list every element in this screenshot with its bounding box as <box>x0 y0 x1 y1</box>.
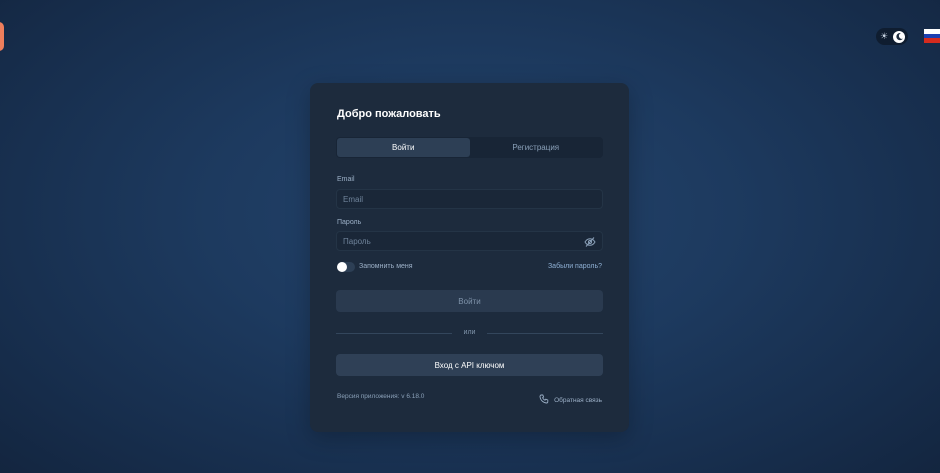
app-logo-tab[interactable] <box>0 22 4 51</box>
email-field[interactable] <box>336 189 603 209</box>
password-field[interactable] <box>336 231 603 251</box>
eye-off-icon[interactable] <box>584 235 596 247</box>
forgot-password-link[interactable]: Забыли пароль? <box>548 263 602 270</box>
login-button[interactable]: Войти <box>336 290 603 312</box>
language-flag-ru[interactable] <box>924 29 940 43</box>
theme-toggle[interactable]: ☀ <box>876 28 908 45</box>
login-title: Добро пожаловать <box>337 108 441 120</box>
tab-register[interactable]: Регистрация <box>470 138 603 157</box>
remember-me-label: Запомнить меня <box>359 263 413 270</box>
sun-icon: ☀ <box>880 31 889 41</box>
divider-line-right <box>487 333 603 334</box>
password-label: Пароль <box>337 219 362 226</box>
email-label: Email <box>337 176 355 183</box>
toggle-knob <box>337 262 347 272</box>
login-card: Добро пожаловать Войти Регистрация Email… <box>310 83 629 432</box>
phone-icon <box>539 394 549 406</box>
app-version: Версия приложения: v 6.18.0 <box>337 393 425 400</box>
moon-icon <box>893 30 905 43</box>
remember-me-toggle[interactable] <box>337 262 355 272</box>
or-divider: или <box>336 328 603 338</box>
api-key-login-button[interactable]: Вход с API ключом <box>336 354 603 376</box>
tab-login[interactable]: Войти <box>337 138 470 157</box>
feedback-link[interactable]: Обратная связь <box>539 394 602 406</box>
auth-tabs: Войти Регистрация <box>336 137 603 158</box>
flag-stripe-red <box>924 38 940 43</box>
feedback-label: Обратная связь <box>554 396 602 404</box>
